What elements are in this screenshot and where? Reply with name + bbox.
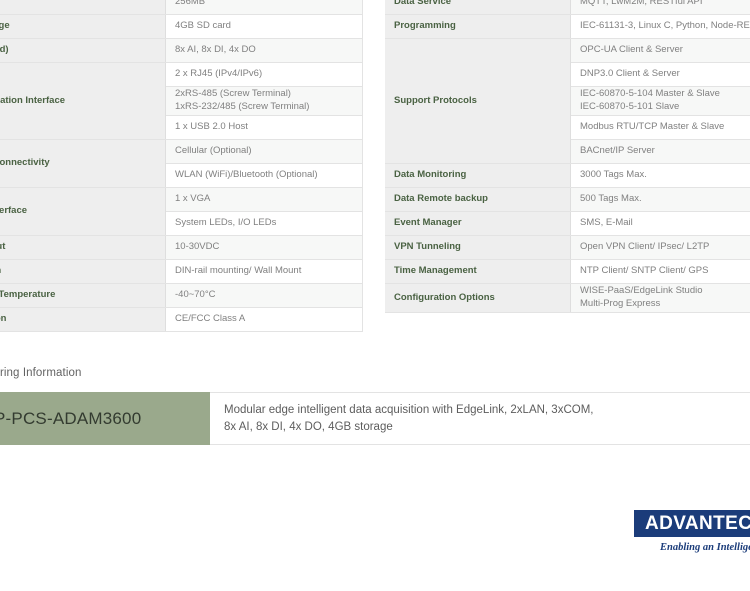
table-row: Operating Temperature-40~70°C xyxy=(0,283,363,308)
spec-label: Time Management xyxy=(385,259,571,284)
ordering-information-row: SRP-PCS-ADAM3600 Modular edge intelligen… xyxy=(0,392,750,445)
table-row: CertificationCE/FCC Class A xyxy=(0,307,363,332)
table-row: Time Management NTP Client/ SNTP Client/ … xyxy=(385,259,750,284)
spec-value: 2xRS-485 (Screw Terminal) 1xRS-232/485 (S… xyxy=(165,86,363,116)
spec-label: Installation xyxy=(0,259,166,284)
spec-value: Modbus RTU/TCP Master & Slave xyxy=(570,115,750,140)
table-row: InstallationDIN-rail mounting/ Wall Moun… xyxy=(0,259,363,284)
ordering-information-heading: Ordering Information xyxy=(0,367,82,379)
spec-label: Programming xyxy=(385,14,571,39)
table-row: Wireless ConnectivityCellular (Optional) xyxy=(0,139,363,188)
table-row: VPN Tunneling Open VPN Client/ IPsec/ L2T… xyxy=(385,235,750,260)
table-row: Display Interface1 x VGA xyxy=(0,187,363,236)
logo-bar: ADVANTECH xyxy=(634,510,750,537)
table-row: Data Storage4GB SD card xyxy=(0,14,363,39)
spec-value: System LEDs, I/O LEDs xyxy=(165,211,363,236)
spec-label: Operating Temperature xyxy=(0,283,166,308)
spec-label: Wireless Connectivity xyxy=(0,139,166,188)
spec-value: 1 x VGA xyxy=(165,187,363,212)
spec-label: Certification xyxy=(0,307,166,332)
spec-value-line: Multi-Prog Express xyxy=(580,298,661,309)
spec-value: WLAN (WiFi)/Bluetooth (Optional) xyxy=(165,163,363,188)
software-specifications-table: Data Service MQTT, LwM2M, RESTful API Prog… xyxy=(385,0,750,313)
spec-label: I/O (Isolated) xyxy=(0,38,166,63)
spec-value-line: 1xRS-232/485 (Screw Terminal) xyxy=(175,101,310,112)
spec-value: 256MB xyxy=(165,0,363,15)
spec-value: BACnet/IP Server xyxy=(570,139,750,164)
spec-label: Power Input xyxy=(0,235,166,260)
spec-value: 3000 Tags Max. xyxy=(570,163,750,188)
spec-value: 8x AI, 8x DI, 4x DO xyxy=(165,38,363,63)
spec-label: Data Service xyxy=(385,0,571,15)
ordering-description-line-1: Modular edge intelligent data acquisitio… xyxy=(224,404,594,417)
spec-label: Event Manager xyxy=(385,211,571,236)
ordering-sku: SRP-PCS-ADAM3600 xyxy=(0,392,210,445)
logo-tagline: Enabling an Intelligent Planet xyxy=(660,542,750,553)
datasheet-page: Memory256MBData Storage4GB SD cardI/O (I… xyxy=(0,0,750,591)
table-row: Programming IEC-61131-3, Linux C, Python,… xyxy=(385,14,750,39)
table-row: I/O (Isolated)8x AI, 8x DI, 4x DO xyxy=(0,38,363,63)
spec-label: VPN Tunneling xyxy=(385,235,571,260)
spec-label: Data Monitoring xyxy=(385,163,571,188)
spec-value: SMS, E-Mail xyxy=(570,211,750,236)
logo-brand-text: ADVANTECH xyxy=(645,512,750,534)
spec-value: DIN-rail mounting/ Wall Mount xyxy=(165,259,363,284)
spec-value: IEC-61131-3, Linux C, Python, Node-RED xyxy=(570,14,750,39)
spec-label: Memory xyxy=(0,0,166,15)
table-row: Data Remote backup 500 Tags Max. xyxy=(385,187,750,212)
spec-label: Data Storage xyxy=(0,14,166,39)
hardware-specifications-table: Memory256MBData Storage4GB SD cardI/O (I… xyxy=(0,0,363,332)
spec-value-line: IEC-60870-5-101 Slave xyxy=(580,101,680,112)
spec-value: 2 x RJ45 (IPv4/IPv6) xyxy=(165,62,363,87)
spec-value: MQTT, LwM2M, RESTful API xyxy=(570,0,750,15)
spec-value: 500 Tags Max. xyxy=(570,187,750,212)
ordering-description-line-2: 8x AI, 8x DI, 4x DO, 4GB storage xyxy=(224,420,393,433)
spec-value: Cellular (Optional) xyxy=(165,139,363,164)
spec-label: Display Interface xyxy=(0,187,166,236)
table-row: Communication Interface2 x RJ45 (IPv4/IP… xyxy=(0,62,363,140)
ordering-description: Modular edge intelligent data acquisitio… xyxy=(210,392,750,445)
spec-value-line: IEC-60870-5-104 Master & Slave xyxy=(580,88,720,100)
spec-label: Configuration Options xyxy=(385,283,571,313)
table-row: Data Monitoring 3000 Tags Max. xyxy=(385,163,750,188)
spec-value-line: WISE-PaaS/EdgeLink Studio xyxy=(580,285,703,297)
spec-label: Support Protocols xyxy=(385,38,571,164)
table-row: Support Protocols OPC-UA Client & Server xyxy=(385,38,750,164)
spec-value-line: 2xRS-485 (Screw Terminal) xyxy=(175,88,291,100)
spec-value: IEC-60870-5-104 Master & Slave IEC-60870-… xyxy=(570,86,750,116)
spec-value: 1 x USB 2.0 Host xyxy=(165,115,363,140)
spec-label: Communication Interface xyxy=(0,62,166,140)
spec-value: WISE-PaaS/EdgeLink Studio Multi-Prog Expr… xyxy=(570,283,750,313)
table-row: Data Service MQTT, LwM2M, RESTful API xyxy=(385,0,750,15)
spec-value: 10-30VDC xyxy=(165,235,363,260)
table-row: Configuration Options WISE-PaaS/EdgeLink … xyxy=(385,283,750,313)
table-row: Power Input10-30VDC xyxy=(0,235,363,260)
spec-value: -40~70°C xyxy=(165,283,363,308)
spec-label: Data Remote backup xyxy=(385,187,571,212)
spec-value: Open VPN Client/ IPsec/ L2TP xyxy=(570,235,750,260)
table-row: Event Manager SMS, E-Mail xyxy=(385,211,750,236)
table-row: Memory256MB xyxy=(0,0,363,15)
spec-value: 4GB SD card xyxy=(165,14,363,39)
spec-value: OPC-UA Client & Server xyxy=(570,38,750,63)
spec-value: DNP3.0 Client & Server xyxy=(570,62,750,87)
advantech-logo: ADVANTECH Enabling an Intelligent Planet xyxy=(634,510,750,553)
spec-value: NTP Client/ SNTP Client/ GPS xyxy=(570,259,750,284)
spec-value: CE/FCC Class A xyxy=(165,307,363,332)
